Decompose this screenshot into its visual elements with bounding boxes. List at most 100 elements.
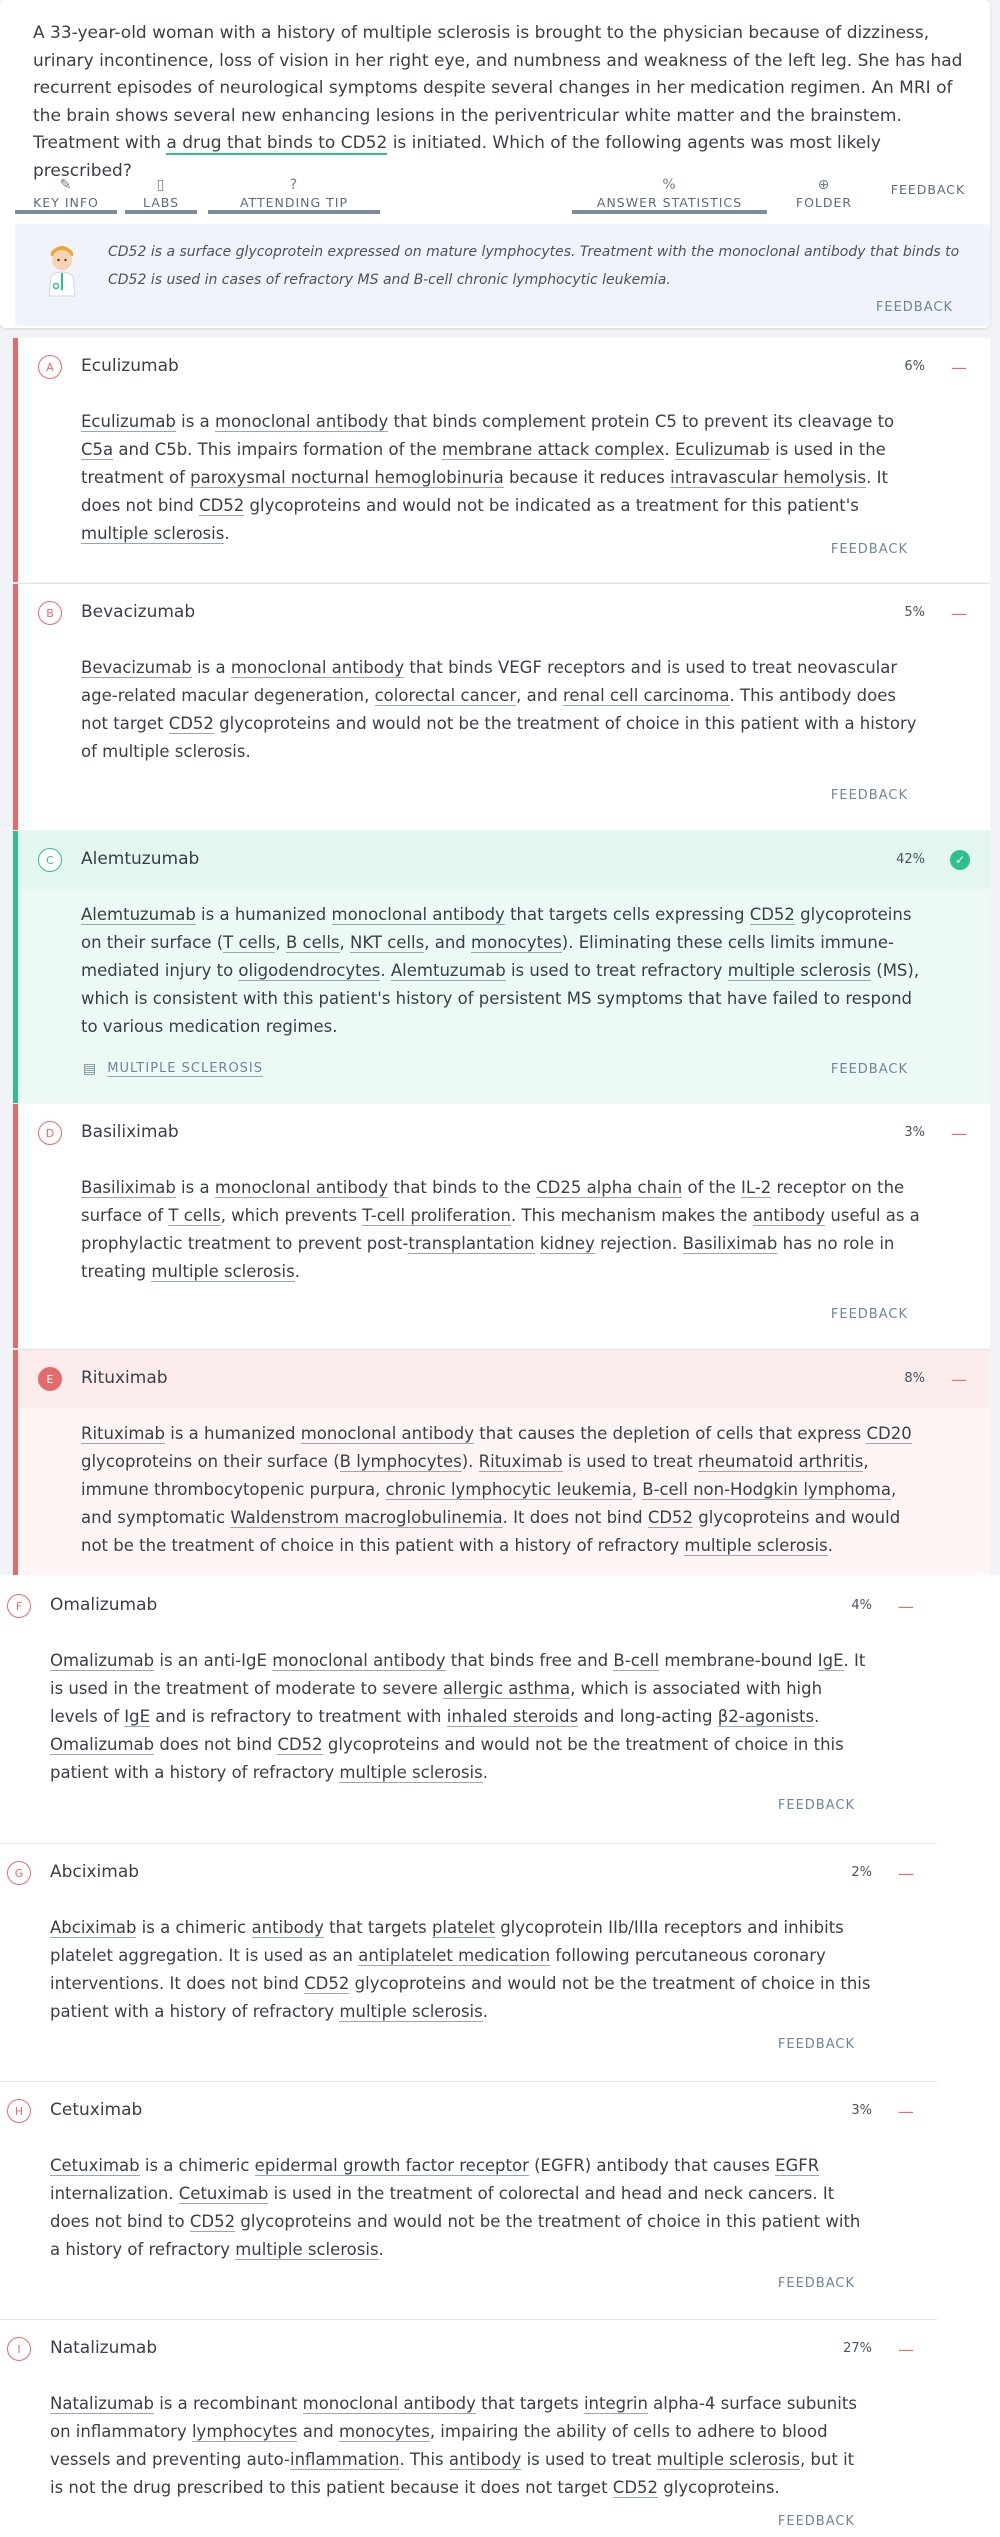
option-feedback-link[interactable]: FEEDBACK xyxy=(831,542,908,557)
feedback-button[interactable]: FEEDBACK xyxy=(873,168,983,214)
term-link[interactable]: lymphocytes xyxy=(191,2422,298,2442)
term-link[interactable]: inhaled steroids xyxy=(446,1707,579,1727)
question-highlight[interactable]: a drug that binds to CD52 xyxy=(166,133,388,155)
option-feedback-link[interactable]: FEEDBACK xyxy=(778,2276,855,2291)
option-header[interactable]: B Bevacizumab 5% — xyxy=(18,584,990,642)
collapse-icon[interactable]: — xyxy=(951,358,967,377)
term-link[interactable]: monoclonal antibody xyxy=(272,1651,446,1671)
answer-option-a[interactable]: A Eculizumab 6% — Eculizumab is a monocl… xyxy=(13,338,990,582)
term-link[interactable]: T cells xyxy=(168,1206,221,1226)
term-link[interactable]: monoclonal antibody xyxy=(331,905,505,925)
term-link[interactable]: antibody xyxy=(251,1918,324,1938)
term-link[interactable]: CD52 xyxy=(199,496,245,516)
term-link[interactable]: oligodendrocytes xyxy=(238,961,381,981)
option-header[interactable]: I Natalizumab 27% — xyxy=(0,2320,937,2378)
term-link[interactable]: multiple sclerosis xyxy=(339,2002,483,2022)
term-link[interactable]: monoclonal antibody xyxy=(302,2394,476,2414)
term-link[interactable]: Bevacizumab xyxy=(81,658,192,678)
term-link[interactable]: multiple sclerosis xyxy=(727,961,872,981)
option-feedback-link[interactable]: FEEDBACK xyxy=(831,1307,908,1322)
term-link[interactable]: IgE xyxy=(817,1651,844,1671)
term-link[interactable]: colorectal cancer xyxy=(374,686,517,706)
answer-option-h[interactable]: H Cetuximab 3% — Cetuximab is a chimeric… xyxy=(0,2082,937,2320)
term-link[interactable]: membrane attack complex xyxy=(441,440,665,460)
term-link[interactable]: EGFR xyxy=(775,2156,820,2176)
option-header[interactable]: A Eculizumab 6% — xyxy=(18,338,990,396)
term-link[interactable]: Abciximab xyxy=(50,1918,137,1938)
term-link[interactable]: multiple sclerosis xyxy=(339,1763,483,1783)
answer-option-e[interactable]: E Rituximab 8% — Rituximab is a humanize… xyxy=(13,1350,990,1575)
term-link[interactable]: intravascular hemolysis xyxy=(670,468,867,488)
term-link[interactable]: B cells xyxy=(285,933,340,953)
answer-option-b[interactable]: B Bevacizumab 5% — Bevacizumab is a mono… xyxy=(13,584,990,830)
term-link[interactable]: Basiliximab xyxy=(682,1234,778,1254)
term-link[interactable]: Rituximab xyxy=(81,1424,165,1444)
term-link[interactable]: multiple sclerosis xyxy=(656,2450,800,2470)
term-link[interactable]: Cetuximab xyxy=(50,2156,140,2176)
term-link[interactable]: Eculizumab xyxy=(674,440,770,460)
term-link[interactable]: Cetuximab xyxy=(178,2184,269,2204)
option-header[interactable]: F Omalizumab 4% — xyxy=(0,1577,937,1635)
term-link[interactable]: IgE xyxy=(124,1707,150,1727)
term-link[interactable]: CD20 xyxy=(866,1424,912,1444)
term-link[interactable]: chronic lymphocytic leukemia xyxy=(385,1480,632,1500)
option-header[interactable]: G Abciximab 2% — xyxy=(0,1844,937,1902)
term-link[interactable]: monoclonal antibody xyxy=(214,412,389,432)
collapse-icon[interactable]: — xyxy=(898,1597,914,1616)
term-link[interactable]: CD52 xyxy=(189,2212,236,2232)
tip-feedback-link[interactable]: FEEDBACK xyxy=(876,300,953,315)
term-link[interactable]: Eculizumab xyxy=(81,412,176,432)
term-link[interactable]: B-cell non-Hodgkin lymphoma xyxy=(642,1480,891,1500)
term-link[interactable]: monocytes xyxy=(339,2422,430,2442)
term-link[interactable]: CD52 xyxy=(647,1508,694,1528)
term-link[interactable]: monoclonal antibody xyxy=(300,1424,474,1444)
option-feedback-link[interactable]: FEEDBACK xyxy=(831,1062,908,1077)
term-link[interactable]: CD25 alpha chain xyxy=(536,1178,683,1198)
term-link[interactable]: CD52 xyxy=(749,905,795,925)
answer-statistics-tab[interactable]: % ANSWER STATISTICS xyxy=(572,168,767,214)
term-link[interactable]: multiple sclerosis xyxy=(81,524,225,544)
attending-tip-tab[interactable]: ? ATTENDING TIP xyxy=(208,168,380,214)
term-link[interactable]: CD52 xyxy=(612,2478,659,2498)
option-header[interactable]: C Alemtuzumab 42% ✓ xyxy=(18,831,990,889)
term-link[interactable]: Alemtuzumab xyxy=(81,905,196,925)
term-link[interactable]: T-cell proliferation xyxy=(362,1206,511,1226)
term-link[interactable]: monocytes xyxy=(471,933,562,953)
option-feedback-link[interactable]: FEEDBACK xyxy=(778,2037,855,2052)
folder-button[interactable]: ⊕ FOLDER xyxy=(780,168,868,214)
answer-option-d[interactable]: D Basiliximab 3% — Basiliximab is a mono… xyxy=(13,1104,990,1348)
answer-option-f[interactable]: F Omalizumab 4% — Omalizumab is an anti-… xyxy=(0,1577,937,1843)
term-link[interactable]: B-cell xyxy=(613,1651,660,1671)
term-link[interactable]: B lymphocytes xyxy=(339,1452,462,1472)
option-feedback-link[interactable]: FEEDBACK xyxy=(831,788,908,803)
collapse-icon[interactable]: — xyxy=(951,1370,967,1389)
term-link[interactable]: multiple sclerosis xyxy=(235,2240,379,2260)
term-link[interactable]: allergic asthma xyxy=(442,1679,571,1699)
answer-option-c[interactable]: C Alemtuzumab 42% ✓ Alemtuzumab is a hum… xyxy=(13,831,990,1103)
term-link[interactable]: platelet xyxy=(431,1918,495,1938)
term-link[interactable]: antibody xyxy=(448,2450,522,2470)
term-link[interactable]: integrin xyxy=(583,2394,648,2414)
collapse-icon[interactable]: — xyxy=(898,2340,914,2359)
term-link[interactable]: Waldenstrom macroglobulinemia xyxy=(230,1508,503,1528)
collapse-icon[interactable]: — xyxy=(951,1124,967,1143)
collapse-icon[interactable]: — xyxy=(951,604,967,623)
term-link[interactable]: rheumatoid arthritis xyxy=(697,1452,864,1472)
term-link[interactable]: Omalizumab xyxy=(50,1651,155,1671)
term-link[interactable]: multiple sclerosis xyxy=(684,1536,828,1556)
term-link[interactable]: β2-agonists xyxy=(717,1707,815,1727)
collapse-icon[interactable]: — xyxy=(898,1864,914,1883)
option-feedback-link[interactable]: FEEDBACK xyxy=(778,2514,855,2529)
term-link[interactable]: Alemtuzumab xyxy=(390,961,506,981)
term-link[interactable]: CD52 xyxy=(277,1735,323,1755)
term-link[interactable]: inflammation xyxy=(290,2450,400,2470)
term-link[interactable]: paroxysmal nocturnal hemoglobinuria xyxy=(190,468,504,488)
term-link[interactable]: transplantation xyxy=(408,1234,535,1254)
term-link[interactable]: IL-2 xyxy=(740,1178,772,1198)
answer-option-i[interactable]: I Natalizumab 27% — Natalizumab is a rec… xyxy=(0,2320,937,2537)
term-link[interactable]: multiple sclerosis xyxy=(151,1262,295,1282)
term-link[interactable]: monoclonal antibody xyxy=(230,658,405,678)
labs-tab[interactable]: ▯ LABS xyxy=(125,168,197,214)
option-feedback-link[interactable]: FEEDBACK xyxy=(778,1798,855,1813)
term-link[interactable]: NKT cells xyxy=(350,933,425,953)
